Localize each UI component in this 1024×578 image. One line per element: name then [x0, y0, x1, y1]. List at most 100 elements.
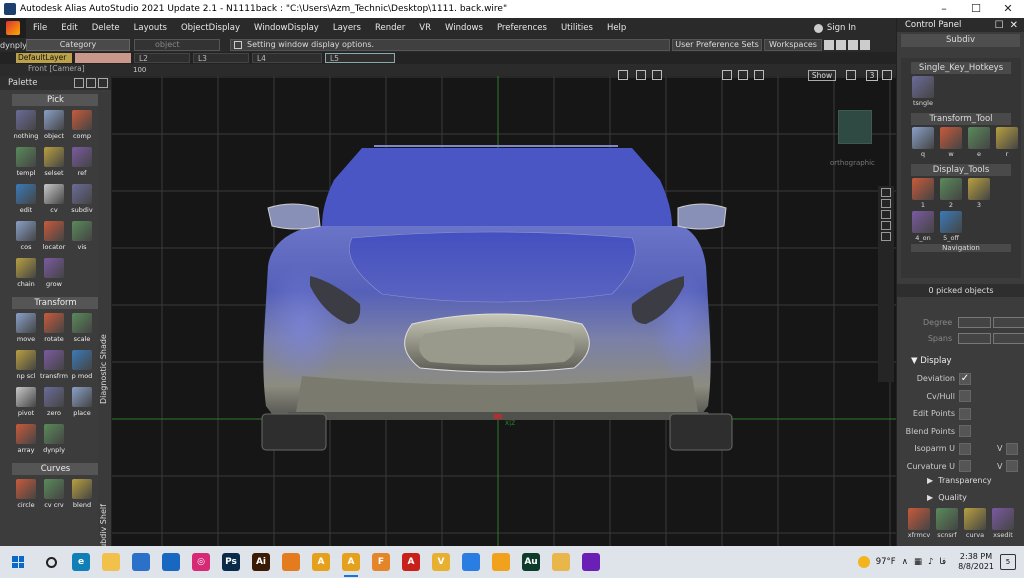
display-option-v-checkbox[interactable]: [1006, 460, 1019, 472]
menu-utilities[interactable]: Utilities: [554, 23, 600, 33]
object-field[interactable]: object: [134, 39, 220, 51]
tool-0[interactable]: tsngle: [911, 76, 935, 107]
tool-2[interactable]: scale: [68, 311, 96, 348]
tool-10[interactable]: dynply: [40, 422, 68, 459]
taskbar-app[interactable]: [486, 546, 516, 578]
grid-icon[interactable]: [836, 40, 846, 50]
tool-0[interactable]: nothing: [12, 108, 40, 145]
layer-default[interactable]: DefaultLayer: [16, 53, 72, 63]
layer-l3[interactable]: L3: [193, 53, 249, 63]
tool-13[interactable]: grow: [40, 256, 68, 293]
cp-close-icon[interactable]: ✕: [1010, 20, 1018, 31]
taskbar-app[interactable]: V: [426, 546, 456, 578]
taskbar-app[interactable]: [576, 546, 606, 578]
menu-layouts[interactable]: Layouts: [127, 23, 174, 33]
tool-8[interactable]: place: [68, 385, 96, 422]
tool-12[interactable]: chain: [12, 256, 40, 293]
h-icon[interactable]: [824, 40, 834, 50]
layout-icon[interactable]: [860, 40, 870, 50]
menu-render[interactable]: Render: [368, 23, 412, 33]
look-icon[interactable]: [722, 70, 732, 80]
start-button[interactable]: [0, 546, 36, 578]
viewport[interactable]: X|Z orthographic: [112, 76, 896, 546]
tool-1[interactable]: rotate: [40, 311, 68, 348]
menu-help[interactable]: Help: [600, 23, 633, 33]
display-option-checkbox[interactable]: [959, 390, 971, 402]
palette-float-icon[interactable]: [74, 78, 84, 88]
close-view-icon[interactable]: [881, 188, 891, 197]
view-cube[interactable]: [838, 110, 872, 144]
taskbar-app[interactable]: [546, 546, 576, 578]
taskbar-app[interactable]: F: [366, 546, 396, 578]
tool-3[interactable]: xsedit: [991, 508, 1015, 539]
pick-section-title[interactable]: Pick: [12, 94, 99, 106]
list-view-icon[interactable]: [881, 210, 891, 219]
tool-7[interactable]: cv: [40, 182, 68, 219]
taskbar-app[interactable]: [96, 546, 126, 578]
tool-1[interactable]: scnsrf: [935, 508, 959, 539]
tool-4[interactable]: selset: [40, 145, 68, 182]
user-preference-sets-button[interactable]: User Preference Sets: [672, 39, 762, 51]
tool-9[interactable]: cos: [12, 219, 40, 256]
shelf-display-tools[interactable]: Display_Tools: [911, 164, 1011, 176]
taskbar-app[interactable]: Ai: [246, 546, 276, 578]
display-option-checkbox[interactable]: [959, 460, 971, 472]
degree-field-1[interactable]: [958, 317, 991, 328]
tool-5[interactable]: ref: [68, 145, 96, 182]
menu-layers[interactable]: Layers: [326, 23, 368, 33]
palette-minimize-icon[interactable]: [86, 78, 96, 88]
layer-l5[interactable]: L5: [325, 53, 395, 63]
cp-restore-icon[interactable]: ☐: [995, 20, 1004, 31]
diagnostic-shade-label[interactable]: Diagnostic Shade: [99, 334, 108, 404]
chevron-up-icon[interactable]: ∧: [902, 557, 908, 567]
taskbar-app[interactable]: A: [336, 546, 366, 578]
tool-11[interactable]: vis: [68, 219, 96, 256]
menu-file[interactable]: File: [26, 23, 54, 33]
menu-edit[interactable]: Edit: [54, 23, 84, 33]
car-model[interactable]: [112, 76, 896, 546]
volume-icon[interactable]: ♪: [928, 557, 933, 567]
tool-2[interactable]: curva: [963, 508, 987, 539]
viewport-tab-title[interactable]: Front [Camera]: [28, 64, 85, 73]
taskbar-app[interactable]: [36, 546, 66, 578]
tool-1[interactable]: object: [40, 108, 68, 145]
show-button[interactable]: Show: [808, 70, 836, 81]
transparency-section[interactable]: ▶ Transparency: [897, 474, 1024, 488]
taskbar-app[interactable]: Ps: [216, 546, 246, 578]
pan-icon[interactable]: [754, 70, 764, 80]
notification-icon[interactable]: 5: [1000, 554, 1016, 570]
category-dropdown[interactable]: Category: [26, 39, 130, 51]
tool-6[interactable]: edit: [12, 182, 40, 219]
close-button[interactable]: ✕: [992, 0, 1024, 18]
tool-0[interactable]: q: [911, 127, 935, 158]
tool-6[interactable]: pivot: [12, 385, 40, 422]
transform-section-title[interactable]: Transform: [12, 297, 99, 309]
clock[interactable]: 2:38 PM 8/8/2021: [958, 552, 994, 572]
camera-icon[interactable]: [618, 70, 628, 80]
menu-objectdisplay[interactable]: ObjectDisplay: [174, 23, 247, 33]
maximize-button[interactable]: ☐: [960, 0, 992, 18]
snap-icon[interactable]: [848, 40, 858, 50]
tool-2[interactable]: 3: [967, 178, 991, 209]
frame-icon[interactable]: [636, 70, 646, 80]
sign-in-button[interactable]: Sign In: [813, 23, 896, 33]
tool-4[interactable]: 5_off: [939, 211, 963, 242]
tool-8[interactable]: subdiv: [68, 182, 96, 219]
mode-selector[interactable]: Subdiv: [901, 34, 1020, 47]
tool-0[interactable]: move: [12, 311, 40, 348]
tool-2[interactable]: comp: [68, 108, 96, 145]
tool-3[interactable]: np scl: [12, 348, 40, 385]
spans-field-1[interactable]: [958, 333, 991, 344]
taskbar-app[interactable]: [156, 546, 186, 578]
grid-view-icon[interactable]: [881, 221, 891, 230]
tool-0[interactable]: 1: [911, 178, 935, 209]
tool-2[interactable]: blend: [68, 477, 96, 514]
degree-field-2[interactable]: [992, 317, 1024, 328]
display-option-v-checkbox[interactable]: [1006, 442, 1019, 455]
taskbar-app[interactable]: A: [306, 546, 336, 578]
tool-0[interactable]: xfrmcv: [907, 508, 931, 539]
menu-delete[interactable]: Delete: [85, 23, 127, 33]
layer-l4[interactable]: L4: [252, 53, 322, 63]
display-section-header[interactable]: ▼ Display: [897, 354, 1024, 368]
taskbar-app[interactable]: [276, 546, 306, 578]
